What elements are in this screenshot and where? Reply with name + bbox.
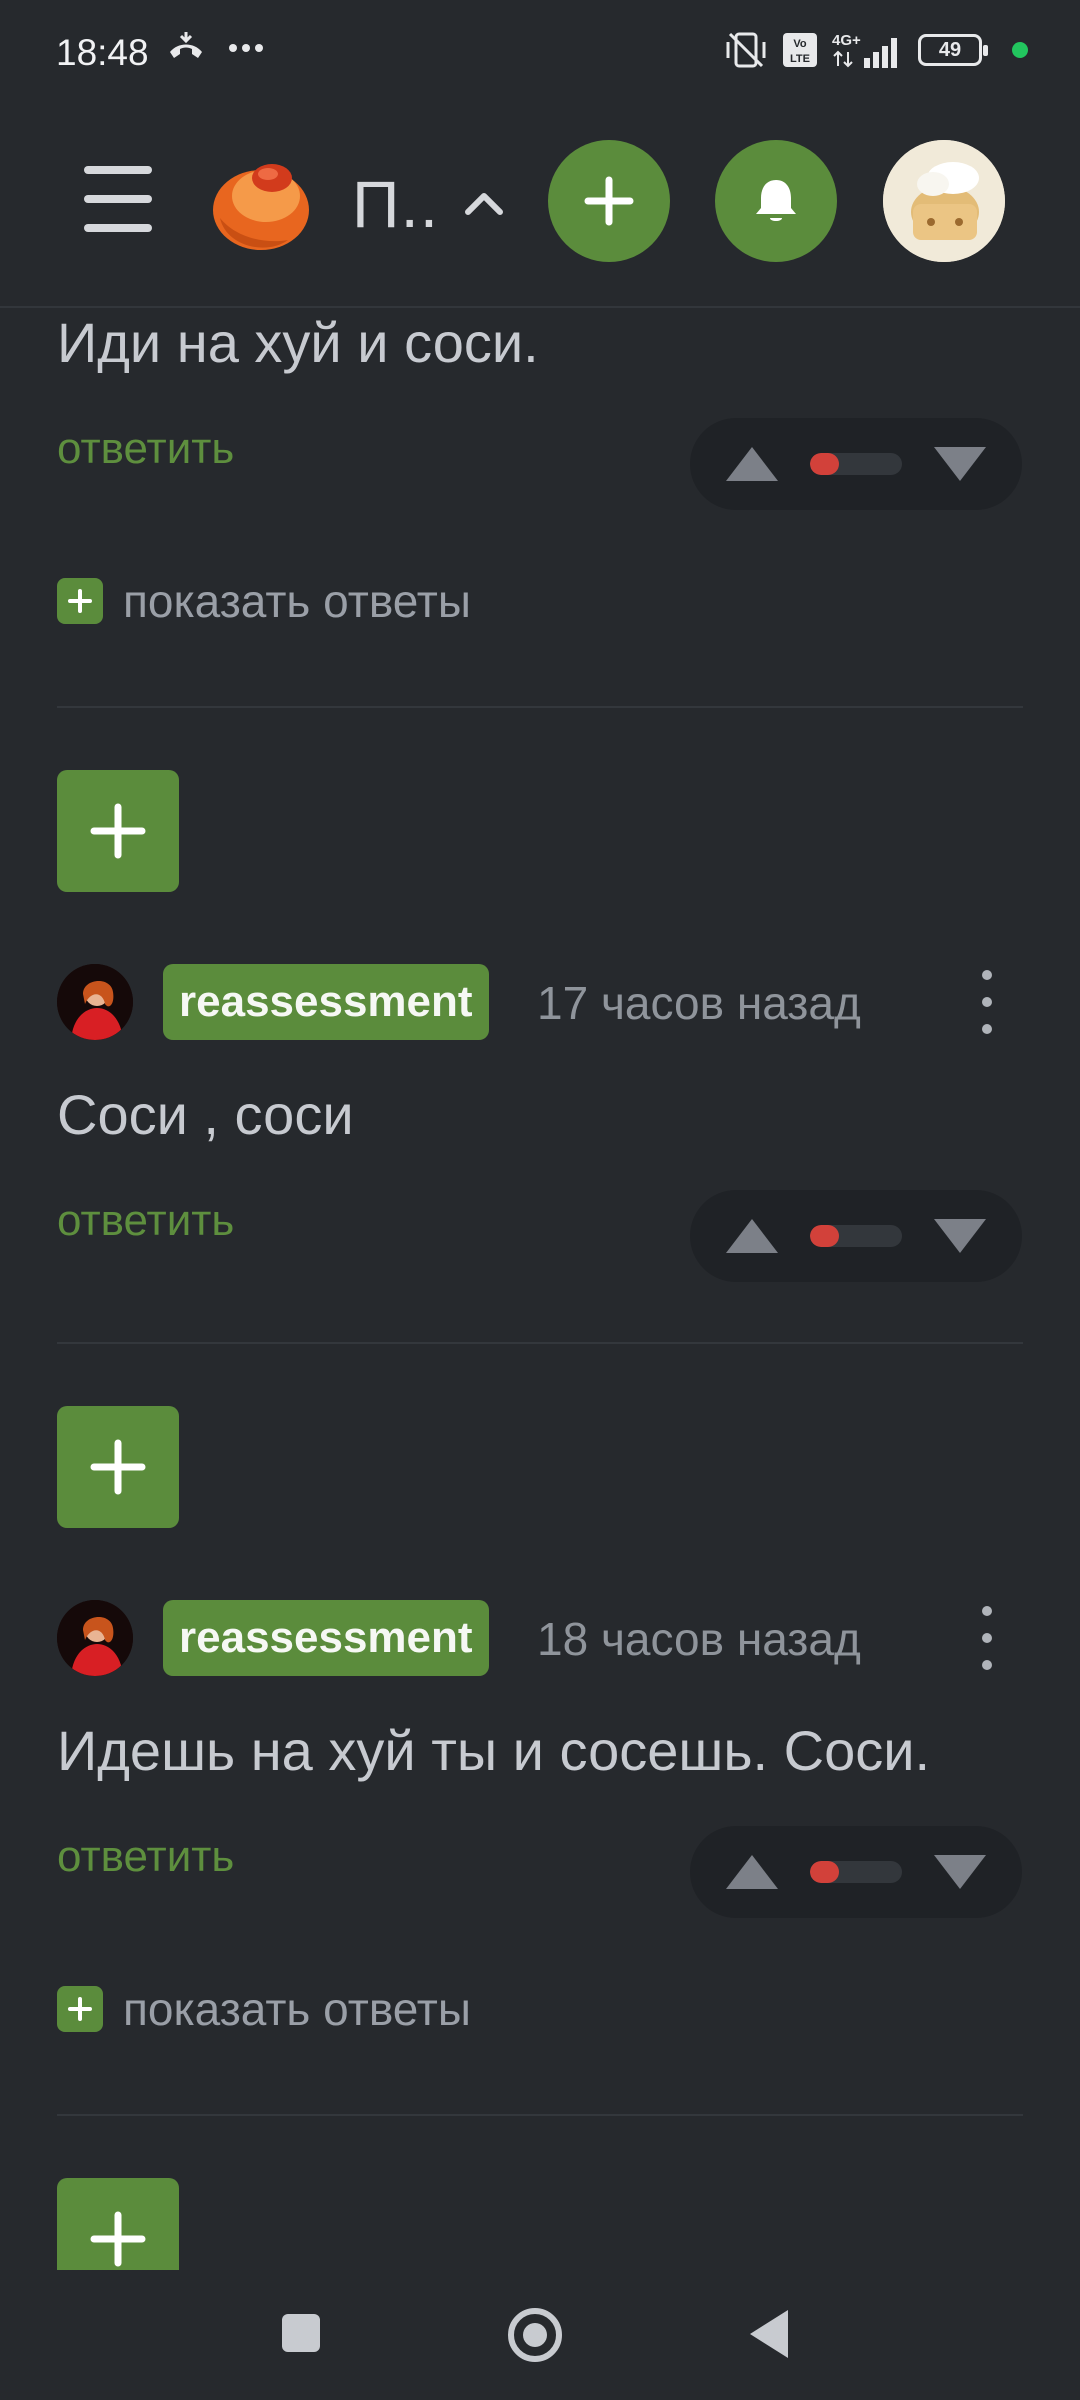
community-title[interactable]: П.. <box>352 166 439 242</box>
commenter-avatar[interactable] <box>57 964 133 1040</box>
home-button[interactable] <box>508 2308 562 2362</box>
expand-thread-button[interactable] <box>57 770 179 892</box>
volte-icon: Vo LTE <box>783 33 817 67</box>
comment-divider <box>57 2114 1023 2116</box>
battery-level: 49 <box>938 38 962 61</box>
rating-bar <box>810 1861 902 1883</box>
expand-icon <box>57 578 103 624</box>
upvote-icon[interactable] <box>726 447 778 481</box>
plus-icon <box>90 803 146 859</box>
status-left-icons <box>166 30 264 66</box>
reply-link[interactable]: ответить <box>57 1832 234 1882</box>
comment-header: reassessment 17 часов назад <box>57 962 1023 1042</box>
show-replies-label: показать ответы <box>123 1983 471 2035</box>
rating-bar-fill <box>810 1225 840 1247</box>
chevron-up-icon[interactable] <box>462 182 506 226</box>
comments-feed: Иди на хуй и соси. ответить показать отв… <box>0 310 1080 2270</box>
rating-bar-fill <box>810 1861 840 1883</box>
status-right-icons: Vo LTE 4G+ 49 <box>724 30 1028 70</box>
show-replies-label: показать ответы <box>123 575 471 627</box>
plus-icon <box>90 2211 146 2267</box>
menu-icon[interactable] <box>84 166 152 232</box>
comment-timestamp: 18 часов назад <box>537 1613 861 1665</box>
privacy-indicator-dot <box>1012 42 1028 58</box>
user-avatar[interactable] <box>883 140 1005 262</box>
downvote-icon[interactable] <box>934 447 986 481</box>
expand-thread-button[interactable] <box>57 2178 179 2270</box>
expand-icon <box>57 1986 103 2032</box>
comment-divider <box>57 706 1023 708</box>
more-options-icon[interactable] <box>967 970 1007 1034</box>
upvote-icon[interactable] <box>726 1219 778 1253</box>
system-nav-bar <box>0 2270 1080 2400</box>
status-time: 18:48 <box>56 32 149 73</box>
commenter-avatar[interactable] <box>57 1600 133 1676</box>
reply-link[interactable]: ответить <box>57 424 234 474</box>
recents-button[interactable] <box>282 2314 320 2352</box>
vote-control <box>690 1190 1022 1282</box>
comment-text: Иди на хуй и соси. <box>57 311 539 374</box>
show-replies-button[interactable]: показать ответы <box>57 1982 471 2036</box>
downvote-icon[interactable] <box>934 1219 986 1253</box>
signal-4g-icon: 4G+ <box>832 32 897 68</box>
svg-text:LTE: LTE <box>790 53 810 65</box>
comment-timestamp: 17 часов назад <box>537 977 861 1029</box>
vote-control <box>690 418 1022 510</box>
app-header: П.. <box>0 108 1080 308</box>
comment-text: Соси , соси <box>57 1083 354 1146</box>
more-dots-icon <box>229 44 263 52</box>
network-type-label: 4G+ <box>832 32 861 49</box>
comment-header: reassessment 18 часов назад <box>57 1598 1023 1678</box>
notifications-button[interactable] <box>715 140 837 262</box>
comment-divider <box>57 1342 1023 1344</box>
call-end-icon <box>170 32 202 58</box>
screen: 18:48 Vo LTE 4G+ 49 П.. Иди на хуй и сос… <box>0 0 1080 2400</box>
upvote-icon[interactable] <box>726 1855 778 1889</box>
plus-icon <box>584 176 634 226</box>
more-options-icon[interactable] <box>967 1606 1007 1670</box>
username-badge[interactable]: reassessment <box>163 1600 489 1676</box>
vote-control <box>690 1826 1022 1918</box>
expand-thread-button[interactable] <box>57 1406 179 1528</box>
vibrate-off-icon <box>726 32 766 68</box>
rating-bar-fill <box>810 453 840 475</box>
plus-icon <box>90 1439 146 1495</box>
battery-indicator: 49 <box>918 34 988 66</box>
show-replies-button[interactable]: показать ответы <box>57 574 471 628</box>
user-avatar-image <box>883 140 1005 262</box>
svg-text:Vo: Vo <box>793 38 807 50</box>
downvote-icon[interactable] <box>934 1855 986 1889</box>
rating-bar <box>810 1225 902 1247</box>
bell-icon <box>756 180 796 221</box>
back-button[interactable] <box>750 2310 788 2358</box>
status-bar: 18:48 Vo LTE 4G+ 49 <box>0 0 1080 108</box>
username-badge[interactable]: reassessment <box>163 964 489 1040</box>
pikabu-logo[interactable] <box>206 148 316 258</box>
reply-link[interactable]: ответить <box>57 1196 234 1246</box>
create-post-button[interactable] <box>548 140 670 262</box>
comment-text: Идешь на хуй ты и сосешь. Соси. <box>57 1719 931 1782</box>
rating-bar <box>810 453 902 475</box>
